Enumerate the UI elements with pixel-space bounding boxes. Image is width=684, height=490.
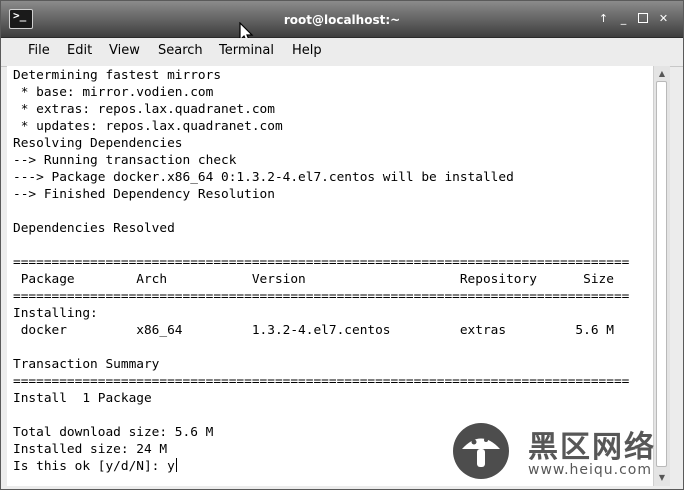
up-arrow-icon[interactable]: ↑ [598,12,609,25]
terminal-line: Total download size: 5.6 M [13,425,214,440]
terminal-window: >_ root@localhost:~ ↑ _ ✕ File Edit View… [0,0,684,490]
close-icon[interactable]: ✕ [658,12,669,25]
terminal-line: docker x86_64 1.3.2-4.el7.centos extras … [13,323,614,338]
menu-terminal[interactable]: Terminal [217,43,276,58]
terminal-line: ========================================… [13,374,630,389]
terminal-line: ---> Package docker.x86_64 0:1.3.2-4.el7… [13,170,514,185]
menu-bar: File Edit View Search Terminal Help [1,38,683,67]
menu-view[interactable]: View [107,43,142,58]
terminal-line: * base: mirror.vodien.com [13,85,214,100]
text-cursor [175,458,177,472]
terminal-line: Package Arch Version Repository Size [13,272,614,287]
terminal-line: * extras: repos.lax.quadranet.com [13,102,275,117]
terminal-prompt[interactable]: Is this ok [y/d/N]: y [13,458,177,475]
terminal-line: Transaction Summary [13,357,160,372]
terminal-line: --> Finished Dependency Resolution [13,187,275,202]
terminal-line: Dependencies Resolved [13,221,175,236]
mushroom-logo-icon [453,423,509,479]
terminal-line: * updates: repos.lax.quadranet.com [13,119,283,134]
terminal-line: ========================================… [13,289,630,304]
menu-file[interactable]: File [26,43,52,58]
maximize-icon[interactable] [638,12,649,25]
scroll-thumb[interactable] [656,81,667,467]
terminal-line: Installed size: 24 M [13,442,168,457]
terminal-line: Resolving Dependencies [13,136,183,151]
terminal-line: Determining fastest mirrors [13,68,222,83]
watermark-chinese: 黑区网络 [528,430,656,465]
watermark-url: www.heiqu.com [528,462,653,478]
window-title: root@localhost:~ [283,13,401,27]
scroll-up-icon[interactable]: ▲ [657,69,667,79]
terminal-line: Install 1 Package [13,391,152,406]
watermark: 黑区网络 www.heiqu.com [448,418,678,486]
menu-help[interactable]: Help [290,43,324,58]
terminal-line: ========================================… [13,255,630,270]
menu-search[interactable]: Search [156,43,205,58]
title-bar[interactable]: >_ root@localhost:~ ↑ _ ✕ [1,1,683,44]
minimize-icon[interactable]: _ [618,12,629,25]
terminal-line: --> Running transaction check [13,153,237,168]
terminal-line: Installing: [13,306,98,321]
menu-edit[interactable]: Edit [65,43,94,58]
